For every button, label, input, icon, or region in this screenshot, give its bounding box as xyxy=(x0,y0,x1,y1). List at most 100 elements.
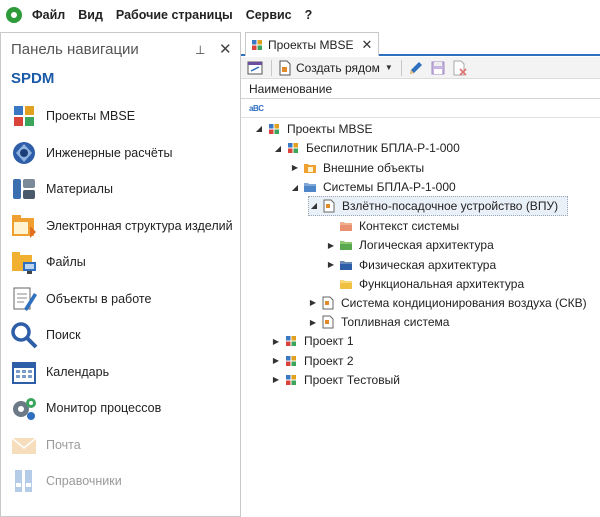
tree-node[interactable]: ▶ Система кондиционирования воздуха (СКВ… xyxy=(308,293,587,313)
tree-node[interactable]: ◢ Беспилотник БПЛА-Р-1-000 xyxy=(273,139,460,159)
collapse-arrow-icon[interactable]: ▶ xyxy=(308,298,318,307)
nav-item-objects-in-work[interactable]: Объекты в работе xyxy=(1,281,240,318)
nav-item-search[interactable]: Поиск xyxy=(1,317,240,354)
nav-item-label: Справочники xyxy=(46,474,122,489)
tree-node-label: Проект 1 xyxy=(304,334,354,349)
tree-node-label: Проект 2 xyxy=(304,353,354,368)
create-nearby-button[interactable]: Создать рядом ▼ xyxy=(278,59,393,77)
tree-node-selected[interactable]: ◢ Взлётно-посадочное устройство (ВПУ) xyxy=(308,196,568,216)
folder-salmon-icon xyxy=(339,219,353,233)
nav-item-label: Материалы xyxy=(46,182,113,197)
collapse-arrow-icon[interactable]: ▶ xyxy=(326,241,336,250)
nav-item-files[interactable]: Файлы xyxy=(1,244,240,281)
folder-blue-icon xyxy=(303,180,317,194)
tree-node[interactable]: ▶ Физическая архитектура xyxy=(326,255,496,275)
tree-node[interactable]: ▶ Логическая архитектура xyxy=(326,236,494,256)
mbse-grid-icon xyxy=(267,122,281,136)
mbse-grid-icon xyxy=(284,373,298,387)
tree-node[interactable]: Функциональная архитектура xyxy=(339,274,524,294)
nav-item-label: Монитор процессов xyxy=(46,401,162,416)
menu-help[interactable]: ? xyxy=(305,8,313,22)
create-nearby-label: Создать рядом xyxy=(296,60,380,75)
navigation-panel: Панель навигации ⊥ ✕ SPDM Проекты MBSE И… xyxy=(0,32,241,517)
expand-arrow-icon[interactable]: ◢ xyxy=(290,183,300,192)
tree-node[interactable]: Контекст системы xyxy=(339,217,459,237)
mbse-grid-icon xyxy=(286,141,300,155)
process-monitor-icon xyxy=(10,394,38,422)
mbse-grid-icon xyxy=(284,354,298,368)
nav-item-reference-books[interactable]: Справочники xyxy=(1,463,240,500)
collapse-arrow-icon[interactable]: ▶ xyxy=(308,318,318,327)
expand-arrow-icon[interactable]: ◢ xyxy=(273,144,283,153)
nav-item-label: Календарь xyxy=(46,364,110,379)
nav-item-calendar[interactable]: Календарь xyxy=(1,354,240,391)
nav-item-product-structure[interactable]: Электронная структура изделий xyxy=(1,208,240,245)
mbse-grid-icon xyxy=(10,102,38,130)
properties-icon xyxy=(247,61,263,74)
text-filter-icon[interactable]: aBC xyxy=(249,104,264,113)
column-header-name[interactable]: Наименование xyxy=(241,80,600,99)
properties-button[interactable] xyxy=(247,59,263,77)
tree-node-label: Контекст системы xyxy=(359,219,460,234)
tree-node[interactable]: ▶ Топливная система xyxy=(308,313,450,333)
navigation-panel-title: Панель навигации xyxy=(11,41,139,58)
edit-button[interactable] xyxy=(408,59,424,77)
tab-label: Проекты MBSE xyxy=(268,37,354,52)
toolbar-separator xyxy=(400,59,402,76)
nav-item-mail[interactable]: Почта xyxy=(1,427,240,464)
app-logo-icon[interactable] xyxy=(6,7,22,23)
nav-item-label: Объекты в работе xyxy=(46,291,152,306)
product-structure-icon xyxy=(10,212,38,240)
nav-item-mbse-projects[interactable]: Проекты MBSE xyxy=(1,98,240,135)
brand-label: SPDM xyxy=(11,70,55,87)
expand-arrow-icon[interactable]: ◢ xyxy=(254,124,264,133)
collapse-arrow-icon[interactable]: ▶ xyxy=(271,356,281,365)
tab-close-icon[interactable]: ✕ xyxy=(362,37,373,53)
tree-node[interactable]: ◢ Системы БПЛА-Р-1-000 xyxy=(290,178,456,198)
folder-green-icon xyxy=(339,238,353,252)
tree-node-label: Физическая архитектура xyxy=(359,257,497,272)
collapse-arrow-icon[interactable]: ▶ xyxy=(326,260,336,269)
tree-node-label: Логическая архитектура xyxy=(359,238,494,253)
mbse-grid-icon xyxy=(284,334,298,348)
folder-navy-icon xyxy=(339,258,353,272)
tree-node[interactable]: ▶ Проект Тестовый xyxy=(271,370,400,390)
reference-books-icon xyxy=(10,467,38,495)
menu-workpages[interactable]: Рабочие страницы xyxy=(116,8,233,22)
close-icon[interactable]: ✕ xyxy=(219,40,232,58)
search-icon xyxy=(10,321,38,349)
navigation-panel-header: Панель навигации ⊥ ✕ xyxy=(1,33,240,66)
delete-button[interactable] xyxy=(452,59,468,77)
tree-node-label: Внешние объекты xyxy=(323,160,425,175)
collapse-arrow-icon[interactable]: ▶ xyxy=(271,337,281,346)
materials-icon xyxy=(10,175,38,203)
menu-service[interactable]: Сервис xyxy=(246,8,292,22)
save-button[interactable] xyxy=(430,59,446,77)
menu-view[interactable]: Вид xyxy=(78,8,103,22)
mbse-grid-icon xyxy=(250,38,264,52)
tab-mbse-projects[interactable]: Проекты MBSE ✕ xyxy=(245,32,380,56)
system-doc-icon xyxy=(321,315,335,329)
pencil-icon xyxy=(409,61,422,74)
chevron-down-icon[interactable]: ▼ xyxy=(385,63,393,72)
nav-item-label: Поиск xyxy=(46,328,81,343)
nav-item-label: Проекты MBSE xyxy=(46,109,136,124)
nav-item-engineering-calc[interactable]: Инженерные расчёты xyxy=(1,135,240,172)
tree-node[interactable]: ▶ Проект 2 xyxy=(271,351,354,371)
menu-file[interactable]: Файл xyxy=(32,8,65,22)
tree-node-label: Система кондиционирования воздуха (СКВ) xyxy=(341,295,587,310)
tree-node-label: Функциональная архитектура xyxy=(359,276,525,291)
tree-node[interactable]: ▶ Внешние объекты xyxy=(290,158,424,178)
tree-node-label: Топливная система xyxy=(341,315,450,330)
tree-node[interactable]: ▶ Проект 1 xyxy=(271,332,354,352)
collapse-arrow-icon[interactable]: ▶ xyxy=(271,375,281,384)
tree-node-label: Беспилотник БПЛА-Р-1-000 xyxy=(306,141,460,156)
nav-item-process-monitor[interactable]: Монитор процессов xyxy=(1,390,240,427)
nav-item-materials[interactable]: Материалы xyxy=(1,171,240,208)
folder-orange-icon xyxy=(303,161,317,175)
tree-node[interactable]: ◢ Проекты MBSE xyxy=(254,119,373,139)
filter-row[interactable]: aBC xyxy=(241,99,600,118)
collapse-arrow-icon[interactable]: ▶ xyxy=(290,163,300,172)
pin-icon[interactable]: ⊥ xyxy=(195,43,205,57)
expand-arrow-icon[interactable]: ◢ xyxy=(309,201,319,210)
